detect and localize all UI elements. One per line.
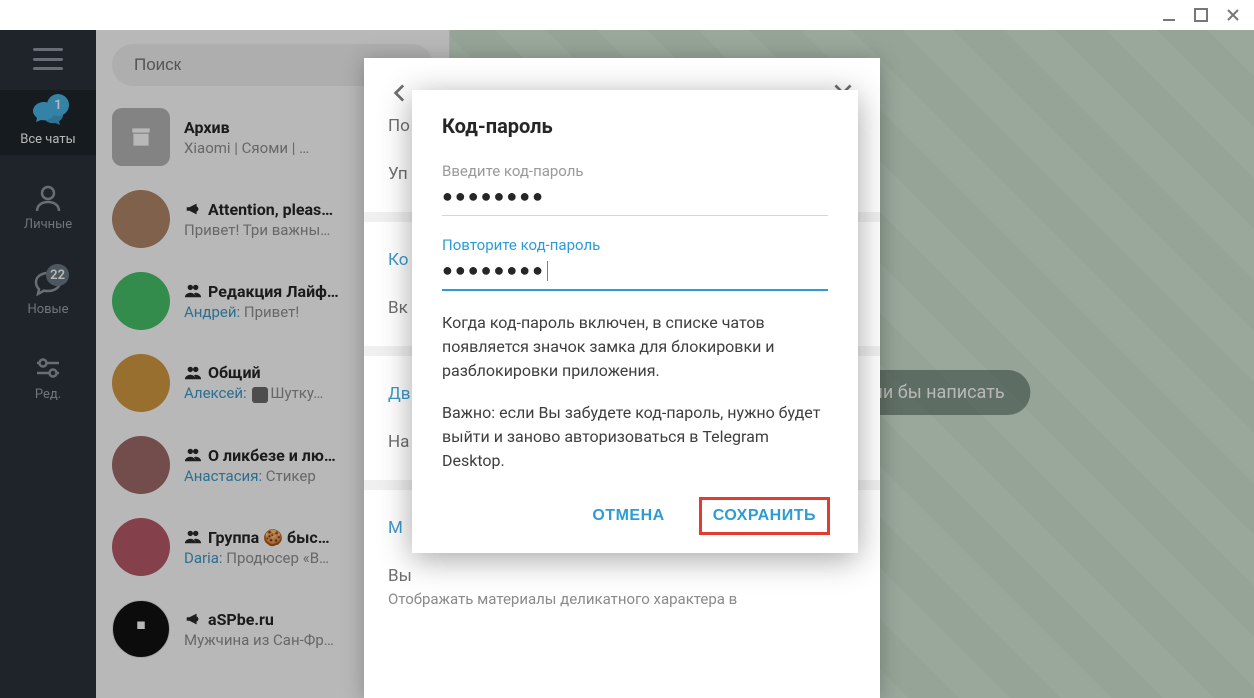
close-icon[interactable] bbox=[1226, 8, 1240, 22]
enter-passcode-input[interactable]: ●●●●●●●● bbox=[442, 186, 828, 216]
repeat-passcode-input[interactable]: ●●●●●●●● bbox=[442, 260, 828, 291]
save-button[interactable]: СОХРАНИТЬ bbox=[701, 499, 828, 533]
dialog-description-1: Когда код-пароль включен, в списке чатов… bbox=[442, 311, 828, 383]
dialog-description-2: Важно: если Вы забудете код-пароль, нужн… bbox=[442, 401, 828, 473]
cancel-button[interactable]: ОТМЕНА bbox=[580, 499, 676, 533]
enter-passcode-label: Введите код-пароль bbox=[442, 162, 828, 180]
repeat-passcode-label: Повторите код-пароль bbox=[442, 236, 828, 254]
maximize-icon[interactable] bbox=[1194, 8, 1208, 22]
window-controls bbox=[0, 0, 1254, 30]
dialog-title: Код-пароль bbox=[442, 114, 828, 138]
minimize-icon[interactable] bbox=[1162, 8, 1176, 22]
passcode-dialog: Код-пароль Введите код-пароль ●●●●●●●● П… bbox=[412, 90, 858, 553]
